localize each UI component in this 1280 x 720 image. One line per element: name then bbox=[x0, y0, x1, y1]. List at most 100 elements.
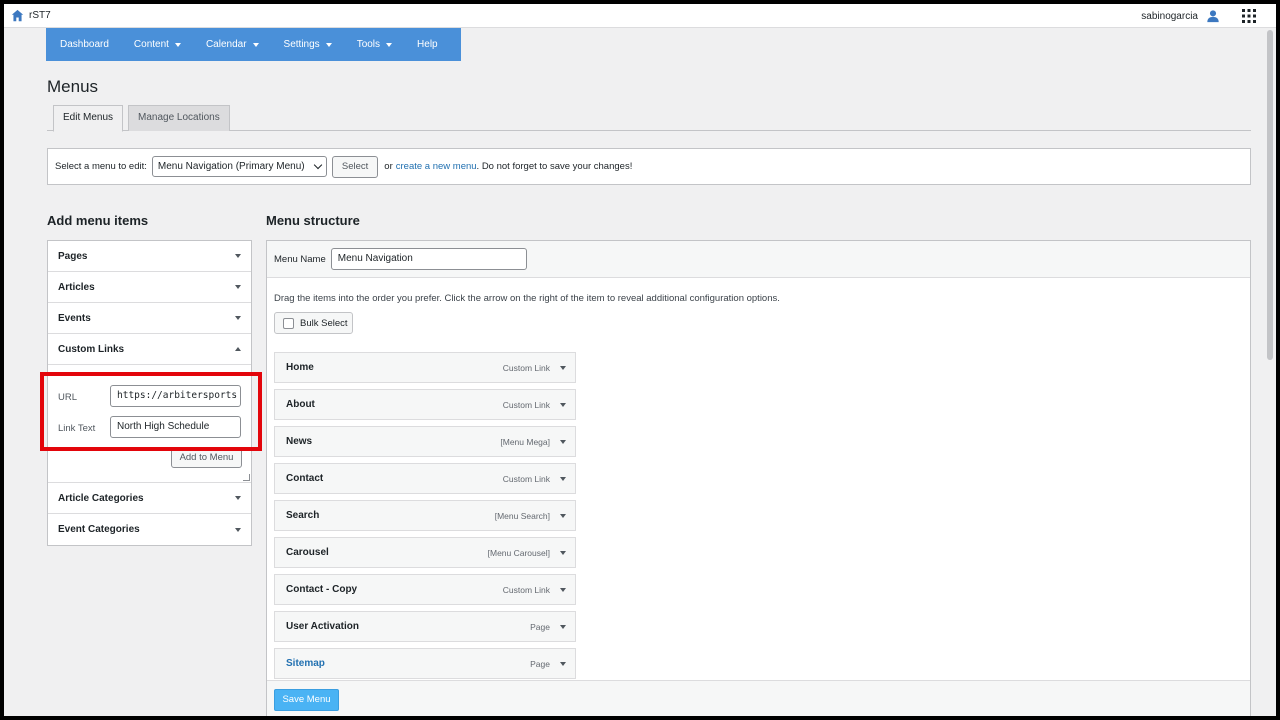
nav-content[interactable]: Content bbox=[134, 39, 181, 50]
apps-grid-icon[interactable] bbox=[1242, 9, 1256, 23]
tab-manage-locations[interactable]: Manage Locations bbox=[128, 105, 230, 131]
site-name[interactable]: rST7 bbox=[29, 10, 51, 21]
accordion-label: Articles bbox=[58, 281, 95, 293]
accordion-label: Events bbox=[58, 312, 91, 324]
page-title: Menus bbox=[47, 77, 99, 96]
menu-item-title: Search bbox=[286, 510, 320, 521]
accordion-articles[interactable]: Articles bbox=[48, 272, 251, 303]
menu-item-home[interactable]: Home Custom Link bbox=[274, 352, 576, 383]
menu-item-carousel[interactable]: Carousel [Menu Carousel] bbox=[274, 537, 576, 568]
caret-down-icon bbox=[386, 42, 393, 47]
add-menu-items-heading: Add menu items bbox=[47, 213, 149, 228]
tab-bar: Edit Menus Manage Locations bbox=[47, 105, 1251, 132]
or-text: or bbox=[384, 161, 393, 172]
menu-item-type: [Menu Mega] bbox=[500, 436, 550, 447]
bulk-select-checkbox[interactable] bbox=[283, 317, 294, 329]
add-to-menu-button[interactable]: Add to Menu bbox=[171, 448, 242, 468]
save-menu-button[interactable]: Save Menu bbox=[274, 689, 339, 711]
menu-item-about[interactable]: About Custom Link bbox=[274, 389, 576, 420]
menu-item-title: About bbox=[286, 399, 315, 410]
expand-arrow-icon[interactable] bbox=[560, 661, 566, 666]
accordion-events[interactable]: Events bbox=[48, 303, 251, 334]
menu-item-sitemap[interactable]: Sitemap Page bbox=[274, 648, 576, 679]
menu-name-field[interactable]: Menu Navigation bbox=[330, 248, 527, 270]
caret-down-icon bbox=[252, 42, 259, 47]
menu-item-title: Contact - Copy bbox=[286, 584, 358, 595]
menu-name-row: Menu Name Menu Navigation bbox=[267, 241, 1250, 278]
menu-item-news[interactable]: News [Menu Mega] bbox=[274, 426, 576, 457]
menu-item-search[interactable]: Search [Menu Search] bbox=[274, 500, 576, 531]
menu-item-contact-copy[interactable]: Contact - Copy Custom Link bbox=[274, 574, 576, 605]
nav-label: Content bbox=[133, 39, 169, 50]
accordion-event-categories[interactable]: Event Categories bbox=[48, 514, 251, 545]
menu-item-title: Sitemap bbox=[286, 658, 325, 669]
bulk-select-label: Bulk Select bbox=[300, 317, 348, 329]
triangle-down-icon bbox=[235, 316, 241, 320]
home-icon[interactable] bbox=[11, 9, 24, 22]
accordion-label: Article Categories bbox=[58, 492, 144, 504]
menu-item-type: [Menu Carousel] bbox=[487, 547, 550, 558]
menu-item-title: Home bbox=[286, 362, 314, 373]
menu-item-title: Contact bbox=[286, 473, 324, 484]
caret-down-icon bbox=[325, 42, 332, 47]
triangle-down-icon bbox=[235, 254, 241, 258]
menu-item-title: Carousel bbox=[286, 547, 329, 558]
menu-item-type: Custom Link bbox=[502, 362, 550, 373]
tab-edit-menus[interactable]: Edit Menus bbox=[53, 105, 124, 132]
menu-item-type: Custom Link bbox=[502, 399, 550, 410]
menu-select-dropdown[interactable]: Menu Navigation (Primary Menu) bbox=[151, 156, 327, 177]
expand-arrow-icon[interactable] bbox=[560, 587, 566, 592]
menu-item-contact[interactable]: Contact Custom Link bbox=[274, 463, 576, 494]
triangle-down-icon bbox=[235, 496, 241, 500]
nav-help[interactable]: Help bbox=[417, 39, 438, 50]
triangle-down-icon bbox=[235, 527, 241, 532]
menu-name-label: Menu Name bbox=[274, 253, 326, 265]
expand-arrow-icon[interactable] bbox=[560, 513, 566, 518]
accordion-pages[interactable]: Pages bbox=[48, 241, 251, 272]
accordion-article-categories[interactable]: Article Categories bbox=[48, 483, 251, 514]
save-menu-bar: Save Menu bbox=[267, 680, 1250, 716]
expand-arrow-icon[interactable] bbox=[560, 624, 566, 629]
nav-label: Calendar bbox=[205, 39, 247, 50]
nav-settings[interactable]: Settings bbox=[284, 39, 332, 50]
resize-handle[interactable] bbox=[243, 474, 250, 481]
menu-item-title: User Activation bbox=[286, 621, 359, 632]
highlight-annotation bbox=[40, 372, 262, 451]
username[interactable]: sabinogarcia bbox=[1141, 11, 1198, 22]
nav-label: Help bbox=[417, 39, 438, 50]
scrollbar-thumb[interactable] bbox=[1267, 30, 1273, 360]
triangle-up-icon bbox=[235, 347, 241, 351]
expand-arrow-icon[interactable] bbox=[560, 439, 566, 444]
menu-select-bar: Select a menu to edit: Menu Navigation (… bbox=[47, 148, 1251, 185]
accordion-label: Event Categories bbox=[58, 524, 140, 535]
tab-label: Edit Menus bbox=[63, 112, 114, 123]
expand-arrow-icon[interactable] bbox=[560, 365, 566, 370]
app-window: rST7 sabinogarcia Dashboard Content Cale… bbox=[4, 4, 1276, 716]
nav-dashboard[interactable]: Dashboard bbox=[60, 39, 109, 50]
nav-calendar[interactable]: Calendar bbox=[206, 39, 259, 50]
tab-label: Manage Locations bbox=[138, 112, 220, 123]
menu-item-type: [Menu Search] bbox=[494, 510, 550, 521]
drag-instructions: Drag the items into the order you prefer… bbox=[274, 293, 780, 304]
select-button[interactable]: Select bbox=[331, 155, 379, 178]
triangle-down-icon bbox=[235, 285, 241, 289]
select-prompt: Select a menu to edit: bbox=[55, 161, 147, 172]
main-nav: Dashboard Content Calendar Settings Tool… bbox=[46, 28, 461, 61]
menu-structure-heading: Menu structure bbox=[266, 213, 360, 228]
save-note: . Do not forget to save your changes! bbox=[476, 161, 633, 172]
caret-down-icon bbox=[174, 42, 181, 47]
top-bar: rST7 sabinogarcia bbox=[4, 4, 1276, 28]
menu-item-user-activation[interactable]: User Activation Page bbox=[274, 611, 576, 642]
bulk-select-button[interactable]: Bulk Select bbox=[274, 312, 353, 334]
nav-label: Dashboard bbox=[60, 39, 109, 50]
expand-arrow-icon[interactable] bbox=[560, 550, 566, 555]
user-icon[interactable] bbox=[1206, 9, 1220, 23]
menu-structure-panel: Menu Name Menu Navigation Drag the items… bbox=[266, 240, 1251, 716]
selected-menu: Menu Navigation (Primary Menu) bbox=[157, 161, 305, 172]
menu-item-title: News bbox=[286, 436, 313, 447]
expand-arrow-icon[interactable] bbox=[560, 402, 566, 407]
expand-arrow-icon[interactable] bbox=[560, 476, 566, 481]
nav-tools[interactable]: Tools bbox=[357, 39, 393, 50]
accordion-custom-links[interactable]: Custom Links bbox=[48, 334, 251, 365]
create-new-menu-link[interactable]: create a new menu bbox=[396, 161, 477, 172]
